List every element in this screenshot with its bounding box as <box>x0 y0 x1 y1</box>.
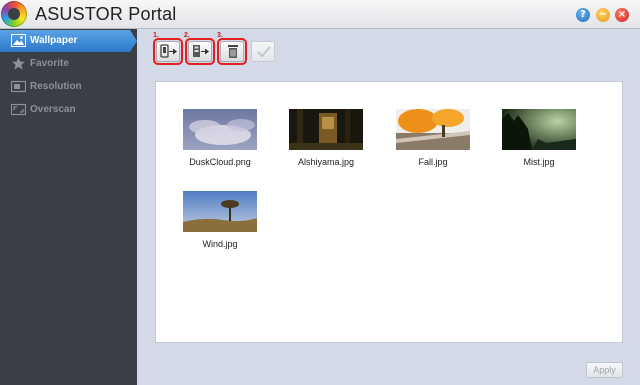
help-icon[interactable]: ? <box>576 8 590 22</box>
star-icon <box>12 57 25 70</box>
image-icon <box>11 34 26 47</box>
sidebar-item-wallpaper[interactable]: Wallpaper <box>0 30 137 52</box>
sidebar-item-favorite[interactable]: Favorite <box>0 53 137 75</box>
wallpaper-image <box>502 109 576 150</box>
import-from-nas-button[interactable] <box>185 38 215 65</box>
step-marker-1: 1. <box>153 32 159 39</box>
wallpaper-filename: Wind.jpg <box>202 239 238 249</box>
delete-button[interactable] <box>217 38 247 65</box>
window-title: ASUSTOR Portal <box>35 4 177 24</box>
wallpaper-thumbnail-mist[interactable] <box>502 109 576 150</box>
wallpaper-image <box>183 109 257 150</box>
minimize-icon[interactable]: − <box>596 8 610 22</box>
main-content: 1. 2. 3. DuskCloud.png Alshiyama.jpg Fal… <box>137 29 640 385</box>
wallpaper-thumbnail-alshiyama[interactable] <box>289 109 363 150</box>
wallpaper-image <box>289 109 363 150</box>
asustor-logo-icon <box>1 1 27 27</box>
wallpaper-thumbnail-duskcloud[interactable] <box>183 109 257 150</box>
upload-from-pc-button[interactable] <box>153 38 183 65</box>
check-icon <box>257 46 271 58</box>
sidebar-item-overscan[interactable]: Overscan <box>0 99 137 121</box>
monitor-icon <box>11 80 26 93</box>
import-icon <box>193 45 209 57</box>
apply-button[interactable]: Apply <box>586 362 623 378</box>
wallpaper-image <box>396 109 470 150</box>
wallpaper-thumbnail-wind[interactable] <box>183 191 257 232</box>
wallpaper-filename: Alshiyama.jpg <box>297 157 355 167</box>
close-icon[interactable]: × <box>615 8 629 22</box>
wallpaper-filename: Mist.jpg <box>523 157 555 167</box>
apply-check-button[interactable] <box>251 41 275 62</box>
sidebar-item-label: Overscan <box>30 104 76 115</box>
wallpaper-filename: DuskCloud.png <box>189 157 251 167</box>
wallpaper-filename: Fall.jpg <box>418 157 448 167</box>
sidebar-item-label: Resolution <box>30 81 82 92</box>
sidebar-item-label: Wallpaper <box>30 35 78 46</box>
step-marker-2: 2. <box>184 32 190 39</box>
sidebar-item-label: Favorite <box>30 58 69 69</box>
wallpaper-image <box>183 191 257 232</box>
title-bar: ASUSTOR Portal ? − × <box>0 0 640 29</box>
trash-icon <box>228 45 238 58</box>
sidebar-item-resolution[interactable]: Resolution <box>0 76 137 98</box>
sidebar: Wallpaper Favorite Resolution Overscan <box>0 29 137 385</box>
wallpaper-gallery: DuskCloud.png Alshiyama.jpg Fall.jpg Mis… <box>155 81 623 343</box>
upload-icon <box>160 44 177 58</box>
overscan-icon <box>11 103 26 116</box>
wallpaper-thumbnail-fall[interactable] <box>396 109 470 150</box>
step-marker-3: 3. <box>217 32 223 39</box>
